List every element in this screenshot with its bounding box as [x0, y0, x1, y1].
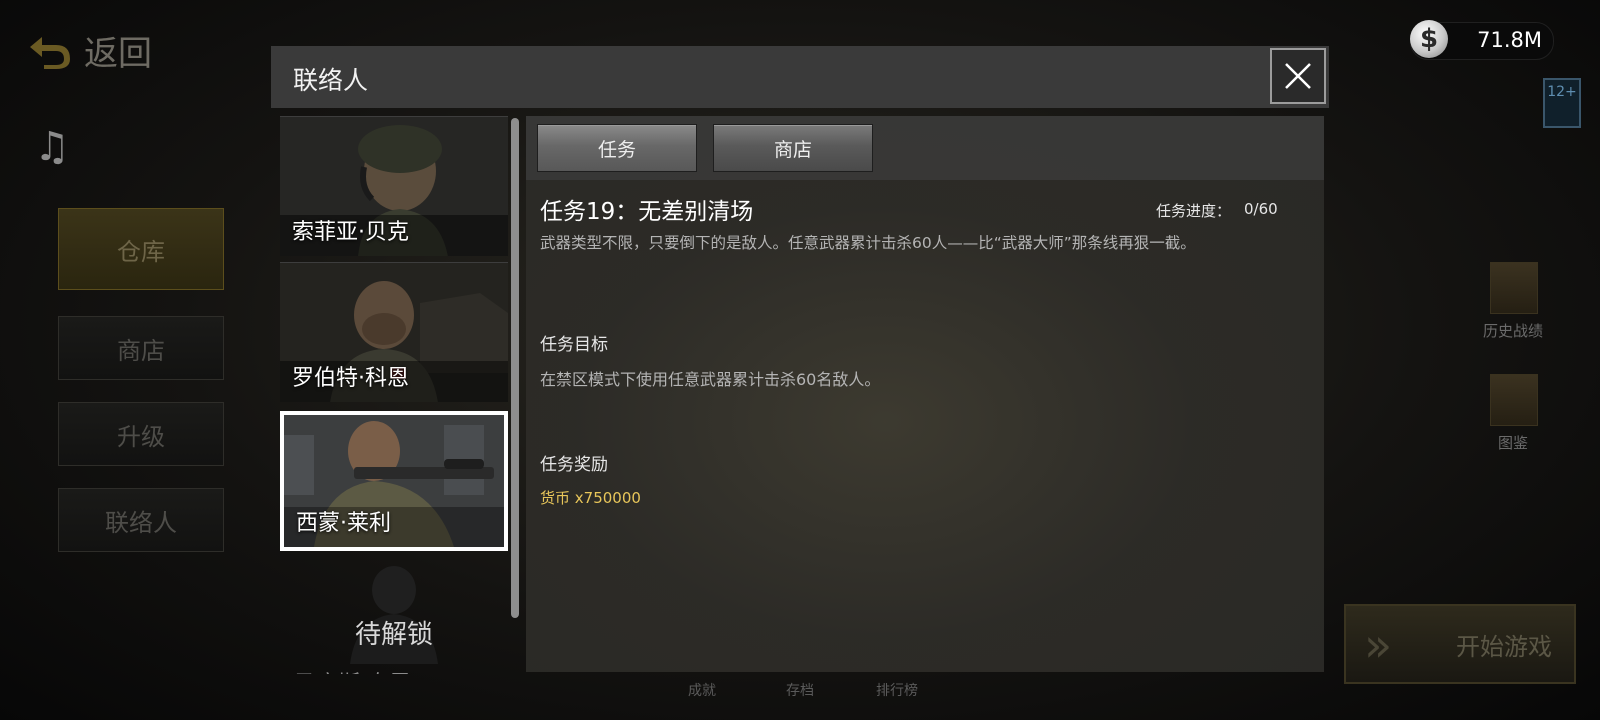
age-rating-text: 12+ [1547, 84, 1577, 100]
back-label: 返回 [84, 34, 152, 74]
contact-card-sophia[interactable]: 索菲亚·贝克 [280, 116, 508, 256]
contact-list[interactable]: 索菲亚·贝克 罗伯特·科恩 西蒙·莱利 待解锁 [280, 116, 508, 674]
modal-title: 联络人 [293, 66, 369, 95]
tab-label: 任务 [597, 138, 636, 161]
reward-heading: 任务奖励 [540, 455, 608, 475]
codex-label: 图鉴 [1497, 434, 1528, 452]
locked-next-name: 马库斯·泰恩 [294, 666, 411, 674]
back-button[interactable]: 返回 [26, 26, 152, 75]
close-icon [1285, 63, 1311, 89]
codex-scroll-icon[interactable] [1490, 374, 1538, 426]
reward-text: 货币 x750000 [540, 489, 641, 507]
bottom-tab-achievements[interactable]: 成就 [688, 680, 716, 700]
locked-label: 待解锁 [354, 620, 433, 650]
side-menu-contacts[interactable]: 联络人 [58, 488, 224, 552]
side-menu-label: 联络人 [105, 508, 177, 537]
modal-header: 联络人 [271, 46, 1329, 108]
mission-description: 武器类型不限，只要倒下的是敌人。任意武器累计击杀60人——比“武器大师”那条线再… [540, 234, 1196, 252]
contact-card-simon[interactable]: 西蒙·莱利 [280, 411, 508, 551]
music-icon[interactable]: ♫ [34, 124, 70, 170]
objective-heading: 任务目标 [540, 335, 608, 355]
start-game-button[interactable]: » 开始游戏 [1344, 604, 1576, 684]
side-menu-shop[interactable]: 商店 [58, 316, 224, 380]
side-menu-label: 商店 [117, 336, 165, 365]
objective-text: 在禁区模式下使用任意武器累计击杀60名敌人。 [540, 370, 881, 389]
mission-progress-label: 任务进度： [1156, 202, 1232, 220]
contact-name: 罗伯特·科恩 [292, 366, 409, 391]
locked-contact-card: 待解锁 马库斯·泰恩 [280, 554, 508, 674]
contact-name: 西蒙·莱利 [296, 511, 391, 536]
back-arrow-icon [30, 36, 70, 69]
tab-missions[interactable]: 任务 [537, 124, 697, 172]
coin-icon: $ [1410, 20, 1448, 58]
contact-name: 索菲亚·贝克 [292, 220, 409, 245]
bottom-tab-saves[interactable]: 存档 [786, 680, 814, 700]
start-game-label: 开始游戏 [1456, 632, 1552, 661]
side-menu-label: 升级 [117, 422, 165, 451]
bottom-tab-leaderboard[interactable]: 排行榜 [876, 680, 918, 700]
currency-value: 71.8M [1477, 28, 1542, 52]
contact-card-robert[interactable]: 罗伯特·科恩 [280, 262, 508, 402]
close-button[interactable] [1270, 48, 1326, 104]
mission-title: 任务19：无差别清场 [540, 199, 754, 225]
age-rating-badge: 12+ [1543, 78, 1581, 128]
start-chevron-icon: » [1364, 618, 1393, 672]
history-label: 历史战绩 [1482, 322, 1543, 340]
history-scroll-icon[interactable] [1490, 262, 1538, 314]
side-menu-upgrade[interactable]: 升级 [58, 402, 224, 466]
mission-progress-value: 0/60 [1244, 200, 1278, 218]
tab-label: 商店 [773, 138, 812, 161]
side-menu-warehouse[interactable]: 仓库 [58, 208, 224, 290]
side-menu-label: 仓库 [117, 237, 165, 266]
tab-shop[interactable]: 商店 [713, 124, 873, 172]
coin-symbol: $ [1419, 24, 1439, 54]
contact-list-scrollbar[interactable] [511, 118, 519, 618]
